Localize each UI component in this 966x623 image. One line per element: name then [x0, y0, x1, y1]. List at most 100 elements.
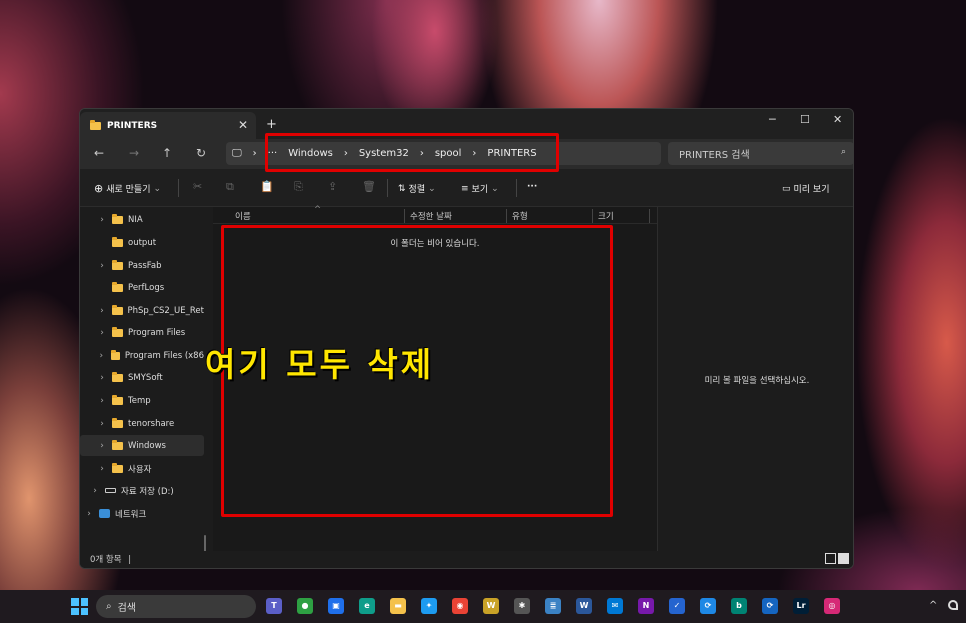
taskbar-app-bird-icon[interactable]: ✦ — [421, 598, 437, 614]
start-button[interactable] — [71, 598, 88, 615]
sidebar-item-smysoft[interactable]: › SMYSoft — [80, 367, 204, 388]
chevron-right-icon[interactable]: › — [97, 306, 107, 316]
taskbar-chrome-icon[interactable]: ◉ — [452, 598, 468, 614]
sidebar-item-output[interactable]: output — [80, 232, 204, 253]
chevron-right-icon[interactable]: › — [97, 396, 107, 406]
back-button[interactable]: ← — [94, 146, 104, 160]
sidebar-item-label: output — [128, 237, 157, 248]
search-icon: ⌕ — [840, 147, 846, 157]
chevron-right-icon[interactable]: › — [97, 351, 106, 361]
taskbar-bing-icon[interactable]: b — [731, 598, 747, 614]
sidebar-item-label: Temp — [128, 395, 151, 406]
taskbar-app-green-icon[interactable]: ● — [297, 598, 313, 614]
taskbar-app-gear-icon[interactable]: ✱ — [514, 598, 530, 614]
details-view-button[interactable] — [825, 553, 836, 564]
taskbar-search-label: 검색 — [117, 603, 137, 614]
taskbar-search[interactable]: ⌕ 검색 — [96, 595, 256, 618]
column-modified[interactable]: 수정한 날짜 — [410, 210, 452, 222]
sidebar-item-nia[interactable]: › NIA — [80, 209, 204, 230]
status-cursor: | — [128, 555, 132, 565]
tab-title: PRINTERS — [107, 120, 158, 131]
copy-icon[interactable]: ⧉ — [226, 180, 234, 194]
new-tab-button[interactable]: + — [266, 117, 277, 132]
taskbar-lightroom-icon[interactable]: Lr — [793, 598, 809, 614]
sidebar-item-phsp[interactable]: › PhSp_CS2_UE_Ret — [80, 300, 204, 321]
chevron-right-icon[interactable]: › — [97, 464, 107, 474]
folder-icon — [111, 304, 123, 315]
new-button[interactable]: ⊕ 새로 만들기 ⌄ — [94, 182, 161, 195]
status-bar: 0개 항목 | — [80, 551, 853, 568]
large-icons-view-button[interactable] — [838, 553, 849, 564]
maximize-button[interactable]: ☐ — [800, 113, 810, 126]
chevron-right-icon[interactable]: › — [97, 215, 107, 225]
taskbar-notepad-icon[interactable]: ≣ — [545, 598, 561, 614]
sidebar-item-network[interactable]: › 네트워크 — [80, 503, 204, 524]
taskbar: ⌕ 검색 T ● ▣ e ▬ ✦ ◉ W ✱ ≣ W ✉ N ✓ ⟳ b ⟳ Lr ◎ ^ — [0, 590, 966, 623]
cut-icon[interactable]: ✂ — [193, 180, 202, 193]
taskbar-word-icon[interactable]: W — [576, 598, 592, 614]
taskbar-winamp-icon[interactable]: W — [483, 598, 499, 614]
taskbar-sync2-icon[interactable]: ⟳ — [762, 598, 778, 614]
preview-pane-button[interactable]: ▭ 미리 보기 — [782, 182, 830, 196]
paste-icon[interactable]: 📋 — [260, 180, 274, 193]
sidebar-item-users[interactable]: › 사용자 — [80, 458, 204, 479]
rename-icon[interactable]: ⎘ — [294, 180, 303, 194]
sidebar-item-label: 자료 저장 (D:) — [121, 486, 174, 497]
up-button[interactable]: ↑ — [162, 146, 172, 160]
sidebar-item-label: NIA — [128, 214, 143, 225]
sidebar-item-program-files[interactable]: › Program Files — [80, 322, 204, 343]
sidebar-item-drive-d[interactable]: › 자료 저장 (D:) — [80, 480, 204, 501]
share-icon[interactable]: ⇪ — [328, 180, 337, 193]
delete-icon[interactable]: 🗑 — [362, 180, 376, 193]
close-button[interactable]: ✕ — [833, 113, 842, 126]
chevron-right-icon[interactable]: › — [97, 328, 107, 338]
sidebar-item-windows[interactable]: › Windows — [80, 435, 204, 456]
folder-icon — [112, 371, 123, 382]
taskbar-explorer-icon[interactable]: ▬ — [390, 598, 406, 614]
column-type[interactable]: 유형 — [512, 210, 528, 222]
taskbar-todo-icon[interactable]: ✓ — [669, 598, 685, 614]
taskbar-instagram-icon[interactable]: ◎ — [824, 598, 840, 614]
network-tray-icon[interactable] — [948, 600, 958, 610]
forward-button[interactable]: → — [129, 146, 139, 160]
column-size[interactable]: 크기 — [598, 210, 614, 222]
folder-icon — [90, 119, 101, 130]
sidebar-item-label: 사용자 — [128, 464, 152, 475]
taskbar-onenote-icon[interactable]: N — [638, 598, 654, 614]
taskbar-chat-icon[interactable]: ✉ — [607, 598, 623, 614]
chevron-right-icon[interactable]: › — [84, 509, 94, 519]
chevron-right-icon[interactable]: › — [97, 419, 107, 429]
taskbar-teams-icon[interactable]: T — [266, 598, 282, 614]
sidebar-item-label: Program Files (x86 — [124, 350, 204, 361]
new-label: 새로 만들기 — [106, 185, 151, 195]
sort-button[interactable]: ⇅ 정렬 ⌄ — [398, 182, 436, 196]
refresh-button[interactable]: ↻ — [196, 146, 206, 160]
view-button[interactable]: ≡ 보기 ⌄ — [461, 182, 499, 196]
folder-icon — [112, 394, 123, 405]
tab-printers[interactable]: PRINTERS ✕ — [80, 112, 256, 139]
sidebar-item-tenorshare[interactable]: › tenorshare — [80, 413, 204, 434]
taskbar-store-icon[interactable]: ▣ — [328, 598, 344, 614]
chevron-right-icon[interactable]: › — [97, 441, 107, 451]
breadcrumb-separator: › — [252, 148, 257, 159]
column-name[interactable]: 이름 — [235, 210, 251, 222]
sidebar-item-program-files-x86[interactable]: › Program Files (x86 — [80, 345, 204, 366]
sidebar-item-perflogs[interactable]: PerfLogs — [80, 277, 204, 298]
view-label: 보기 — [471, 185, 489, 195]
search-input[interactable]: PRINTERS 검색 ⌕ — [668, 142, 853, 165]
annotation-text: 여기 모두 삭제 — [205, 345, 435, 384]
minimize-button[interactable]: ─ — [769, 113, 776, 126]
chevron-right-icon[interactable]: › — [97, 261, 107, 271]
sidebar-item-label: SMYSoft — [128, 372, 163, 383]
taskbar-edge-icon[interactable]: e — [359, 598, 375, 614]
tab-close-icon[interactable]: ✕ — [238, 118, 248, 132]
more-options-button[interactable]: ··· — [527, 182, 537, 192]
sort-arrow-icon: ^ — [314, 205, 322, 215]
sidebar-item-temp[interactable]: › Temp — [80, 390, 204, 411]
tray-chevron-icon[interactable]: ^ — [929, 600, 937, 611]
chevron-right-icon[interactable]: › — [97, 373, 107, 383]
sort-label: 정렬 — [408, 185, 426, 195]
taskbar-sync-icon[interactable]: ⟳ — [700, 598, 716, 614]
sidebar-item-passfab[interactable]: › PassFab — [80, 255, 204, 276]
chevron-right-icon[interactable]: › — [90, 486, 100, 496]
